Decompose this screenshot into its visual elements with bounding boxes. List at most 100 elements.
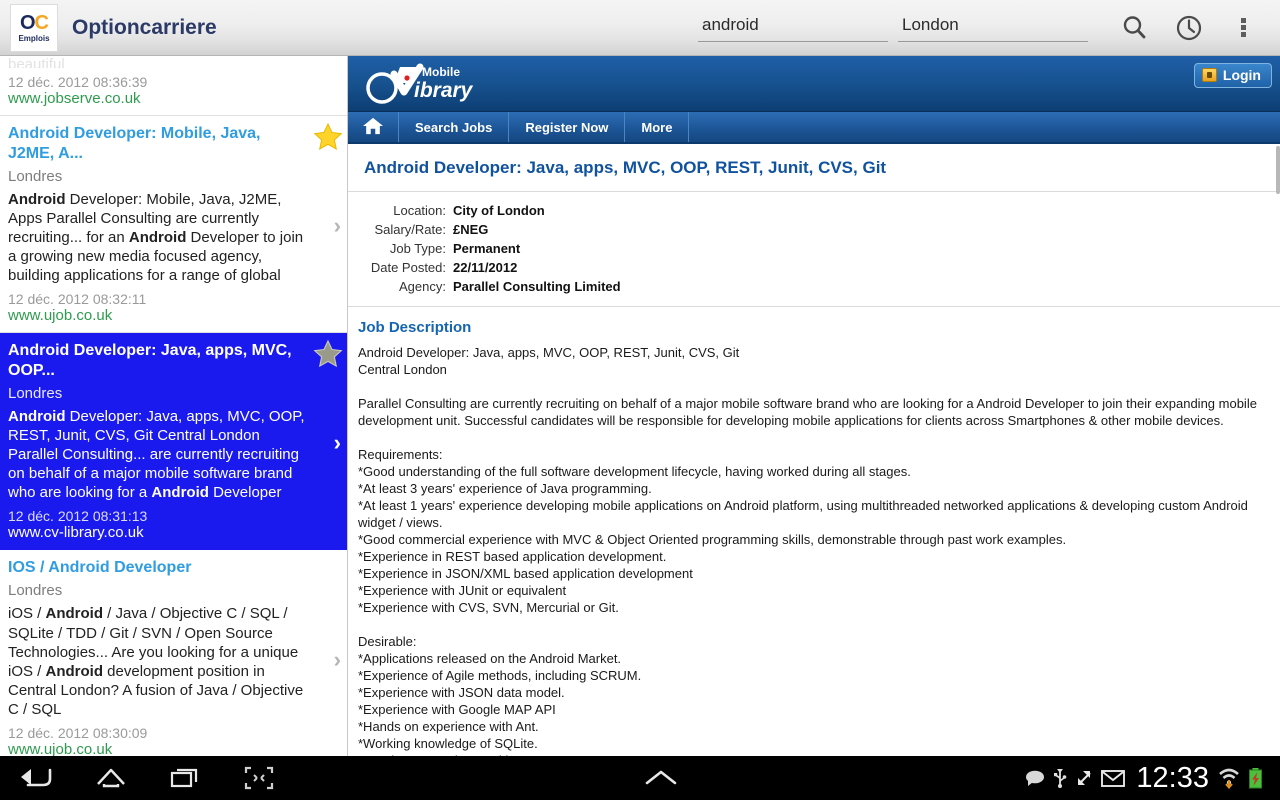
nav-item-more[interactable]: More bbox=[625, 112, 690, 142]
meta-label-agency: Agency: bbox=[399, 279, 446, 294]
site-nav: Search Jobs Register Now More bbox=[348, 112, 1280, 144]
meta-label-job-type: Job Type: bbox=[389, 241, 446, 256]
list-item[interactable]: beautiful 12 déc. 2012 08:36:39 www.jobs… bbox=[0, 56, 347, 116]
app-toolbar: OC Emplois Optioncarriere bbox=[0, 0, 1280, 56]
desc-paragraph-1: Parallel Consulting are currently recrui… bbox=[358, 396, 1257, 428]
desirable-item: *Applications released on the Android Ma… bbox=[358, 651, 622, 666]
nav-item-search-jobs[interactable]: Search Jobs bbox=[399, 112, 510, 142]
list-item-date: 12 déc. 2012 08:31:13 bbox=[8, 508, 148, 525]
requirement-item: *Good understanding of the full software… bbox=[358, 464, 911, 479]
keyword-search-input[interactable] bbox=[698, 13, 888, 42]
history-clock-icon[interactable] bbox=[1166, 5, 1212, 51]
search-fields bbox=[698, 5, 1280, 51]
meta-label-location: Location: bbox=[393, 203, 446, 218]
desc-line-1: Android Developer: Java, apps, MVC, OOP,… bbox=[358, 345, 740, 360]
job-description-heading: Job Description bbox=[358, 319, 472, 336]
back-icon[interactable] bbox=[0, 756, 74, 800]
favorite-star-icon[interactable] bbox=[313, 122, 343, 152]
snippet-keyword-2: Android bbox=[128, 229, 187, 247]
snippet-pre: iOS / bbox=[8, 605, 46, 623]
svg-text:Mobile: Mobile bbox=[422, 65, 460, 79]
logo-letter-o: O bbox=[19, 11, 36, 34]
battery-charging-icon bbox=[1248, 767, 1263, 789]
app-logo: OC Emplois bbox=[10, 3, 58, 52]
list-item[interactable]: Android Developer: Mobile, Java, J2ME, A… bbox=[0, 116, 347, 334]
requirement-item: *Experience with JUnit or equivalent bbox=[358, 583, 567, 598]
chevron-right-icon[interactable]: › bbox=[334, 432, 341, 454]
job-detail-pane[interactable]: ibrary Mobile Login Search Jobs Register… bbox=[348, 56, 1280, 756]
gmail-icon bbox=[1101, 769, 1126, 788]
requirements-heading: Requirements: bbox=[358, 447, 443, 462]
status-tray[interactable]: 12:33 bbox=[1024, 762, 1280, 795]
nav-home-button[interactable] bbox=[348, 112, 399, 142]
logo-letter-c: C bbox=[34, 11, 49, 34]
login-button-label: Login bbox=[1222, 67, 1261, 83]
chevron-up-icon[interactable] bbox=[626, 756, 696, 800]
login-button[interactable]: Login bbox=[1193, 63, 1272, 88]
job-results-list[interactable]: beautiful 12 déc. 2012 08:36:39 www.jobs… bbox=[0, 56, 348, 756]
site-logo[interactable]: ibrary Mobile bbox=[360, 61, 540, 112]
app-title: Optioncarriere bbox=[72, 15, 217, 39]
screenshot-icon[interactable] bbox=[222, 756, 296, 800]
snippet-post: Developer bbox=[208, 484, 282, 502]
list-item-url: www.cv-library.co.uk bbox=[8, 524, 144, 542]
nav-item-register-now[interactable]: Register Now bbox=[509, 112, 626, 142]
snippet-keyword-2: Android bbox=[45, 662, 104, 680]
recent-apps-icon[interactable] bbox=[148, 756, 222, 800]
home-icon bbox=[362, 116, 384, 139]
list-item-title: Android Developer: Mobile, Java, J2ME, A… bbox=[8, 125, 261, 162]
sync-icon bbox=[1074, 768, 1094, 788]
lock-icon bbox=[1201, 68, 1217, 82]
overflow-menu-icon[interactable] bbox=[1220, 5, 1266, 51]
system-navigation-bar: 12:33 bbox=[0, 756, 1280, 800]
meta-value-job-type: Permanent bbox=[453, 241, 521, 256]
list-item-date: 12 déc. 2012 08:36:39 bbox=[8, 74, 148, 90]
requirement-item: *At least 1 years' experience developing… bbox=[358, 498, 1248, 530]
requirement-item: *At least 3 years' experience of Java pr… bbox=[358, 481, 652, 496]
chevron-right-icon[interactable]: › bbox=[334, 649, 341, 671]
home-icon[interactable] bbox=[74, 756, 148, 800]
desirable-item: *Experience with Google MAP API bbox=[358, 702, 556, 717]
desc-line-2: Central London bbox=[358, 362, 447, 377]
meta-label-salary: Salary/Rate: bbox=[374, 222, 446, 237]
logo-mark: OC bbox=[19, 11, 49, 34]
list-item-location: Londres bbox=[8, 582, 63, 600]
logo-subtitle: Emplois bbox=[18, 33, 50, 43]
desirable-item: *Working knowledge of SQLite. bbox=[358, 736, 538, 751]
requirement-item: *Experience in JSON/XML based applicatio… bbox=[358, 566, 693, 581]
list-item-ghost-text: beautiful bbox=[8, 56, 65, 68]
list-item-title: Android Developer: Java, apps, MVC, OOP.… bbox=[8, 342, 292, 380]
meta-value-salary: £NEG bbox=[453, 222, 489, 237]
meta-row: Job Type: Permanent bbox=[348, 239, 1280, 258]
meta-row: Salary/Rate: £NEG bbox=[348, 220, 1280, 239]
requirement-item: *Experience in REST based application de… bbox=[358, 549, 667, 564]
svg-text:ibrary: ibrary bbox=[414, 79, 474, 102]
snippet-keyword: Android bbox=[45, 605, 104, 623]
list-item-location: Londres bbox=[8, 385, 63, 403]
content-scrollbar[interactable] bbox=[1276, 146, 1280, 194]
list-item-title: IOS / Android Developer bbox=[8, 559, 192, 577]
list-item[interactable]: IOS / Android Developer Londres iOS / An… bbox=[0, 550, 347, 756]
snippet-keyword: Android bbox=[8, 408, 66, 426]
list-item-snippet: iOS / Android / Java / Objective C / SQL… bbox=[8, 604, 313, 718]
desirable-heading: Desirable: bbox=[358, 634, 417, 649]
meta-value-agency: Parallel Consulting Limited bbox=[453, 279, 621, 294]
chevron-right-icon[interactable]: › bbox=[334, 215, 341, 237]
desirable-item: *Experience with JSON data model. bbox=[358, 685, 565, 700]
requirement-item: *Good commercial experience with MVC & O… bbox=[358, 532, 1067, 547]
wifi-icon bbox=[1217, 767, 1241, 789]
meta-value-location: City of London bbox=[453, 203, 545, 218]
list-item-selected[interactable]: Android Developer: Java, apps, MVC, OOP.… bbox=[0, 333, 347, 551]
meta-row: Location: City of London bbox=[348, 201, 1280, 220]
location-search-input[interactable] bbox=[898, 13, 1088, 42]
meta-value-date-posted: 22/11/2012 bbox=[453, 260, 518, 275]
usb-icon bbox=[1053, 768, 1067, 788]
snippet-keyword: Android bbox=[8, 191, 66, 208]
requirement-item: *Experience with CVS, SVN, Mercurial or … bbox=[358, 600, 619, 615]
favorite-star-icon[interactable] bbox=[313, 339, 343, 369]
list-item-url: www.jobserve.co.uk bbox=[8, 90, 141, 107]
list-item-url: www.ujob.co.uk bbox=[8, 307, 113, 325]
search-icon[interactable] bbox=[1112, 5, 1158, 51]
list-item-url: www.ujob.co.uk bbox=[8, 740, 113, 756]
meta-label-date-posted: Date Posted: bbox=[370, 260, 446, 275]
